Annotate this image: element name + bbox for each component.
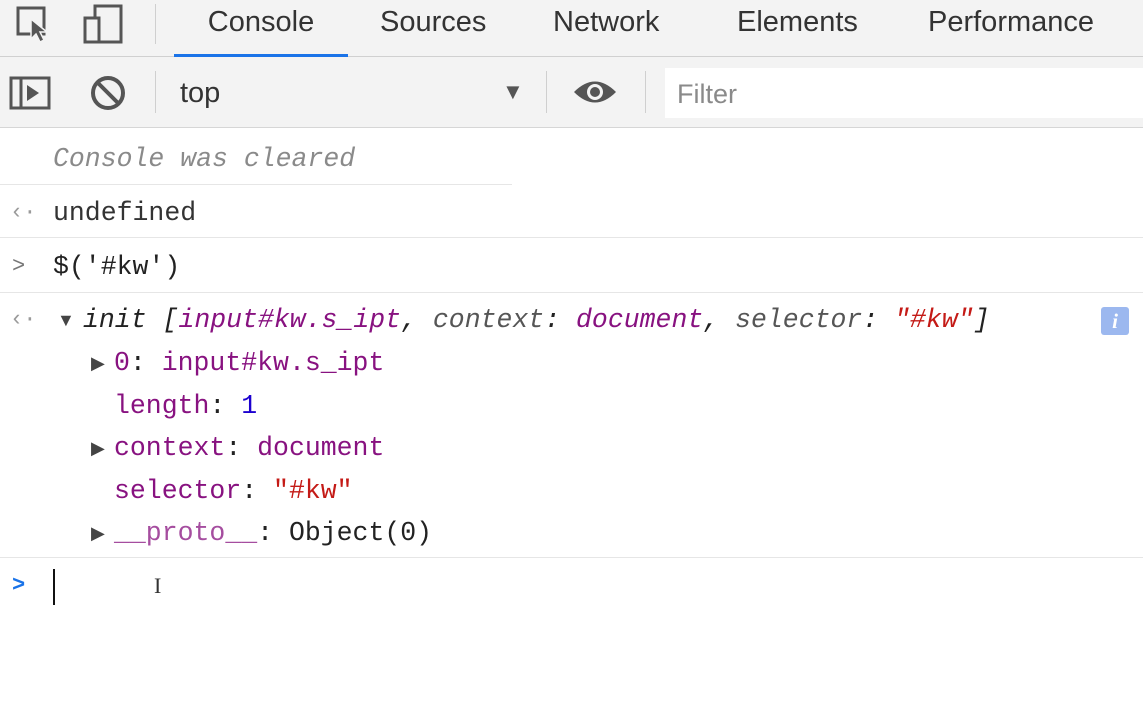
console-input-field[interactable] bbox=[40, 562, 1140, 612]
tab-performance[interactable]: Performance bbox=[928, 0, 1094, 54]
object-property-0[interactable]: 0: input#kw.s_ipt bbox=[114, 348, 384, 378]
tab-console[interactable]: Console bbox=[174, 0, 348, 57]
device-toolbar-icon[interactable] bbox=[82, 0, 126, 48]
console-input-command: $('#kw') bbox=[53, 252, 181, 282]
expand-triangle-open-icon[interactable]: ▼ bbox=[57, 310, 75, 331]
expand-triangle-icon[interactable]: ▶ bbox=[91, 353, 105, 374]
toolbar-divider-2 bbox=[546, 71, 547, 113]
message-divider bbox=[0, 184, 512, 185]
input-prompt-icon: > bbox=[12, 254, 26, 279]
expand-triangle-icon[interactable]: ▶ bbox=[91, 523, 105, 544]
context-selector-value: top bbox=[180, 77, 221, 109]
message-divider bbox=[0, 557, 1143, 558]
object-property-context[interactable]: context: document bbox=[114, 433, 384, 463]
object-property-proto[interactable]: __proto__: Object(0) bbox=[114, 518, 432, 548]
result-undefined: undefined bbox=[53, 198, 197, 228]
inspect-element-icon[interactable] bbox=[14, 0, 54, 48]
result-arrow-icon: ‹· bbox=[10, 307, 37, 332]
toolbar-divider bbox=[155, 71, 156, 113]
object-summary[interactable]: init [input#kw.s_ipt, context: document,… bbox=[83, 305, 990, 335]
info-icon[interactable]: i bbox=[1101, 307, 1129, 335]
message-divider bbox=[0, 292, 1143, 293]
console-cleared-message: Console was cleared bbox=[53, 144, 356, 174]
text-caret bbox=[53, 569, 55, 605]
filter-input[interactable]: Filter bbox=[665, 68, 1143, 118]
message-divider bbox=[0, 237, 1143, 238]
dropdown-triangle-icon: ▼ bbox=[502, 79, 524, 104]
result-arrow-icon: ‹· bbox=[10, 200, 37, 225]
devtools-tabbar: Console Sources Network Elements Perform… bbox=[0, 0, 1143, 57]
tab-sources[interactable]: Sources bbox=[380, 0, 486, 54]
filter-placeholder: Filter bbox=[677, 79, 737, 109]
console-toolbar: top ▼ Filter bbox=[0, 57, 1143, 128]
mouse-ibeam-cursor-icon: I bbox=[154, 573, 162, 598]
show-sidebar-icon[interactable] bbox=[8, 72, 52, 114]
console-prompt-icon: > bbox=[12, 573, 26, 598]
toolbar-divider-3 bbox=[645, 71, 646, 113]
tab-elements[interactable]: Elements bbox=[737, 0, 858, 54]
object-property-length: length: 1 bbox=[114, 391, 258, 421]
live-expression-eye-icon[interactable] bbox=[572, 71, 618, 113]
clear-console-icon[interactable] bbox=[88, 72, 128, 114]
expand-triangle-icon[interactable]: ▶ bbox=[91, 438, 105, 459]
tabbar-divider bbox=[155, 4, 156, 44]
object-property-selector: selector: "#kw" bbox=[114, 476, 353, 506]
tab-network[interactable]: Network bbox=[553, 0, 659, 54]
